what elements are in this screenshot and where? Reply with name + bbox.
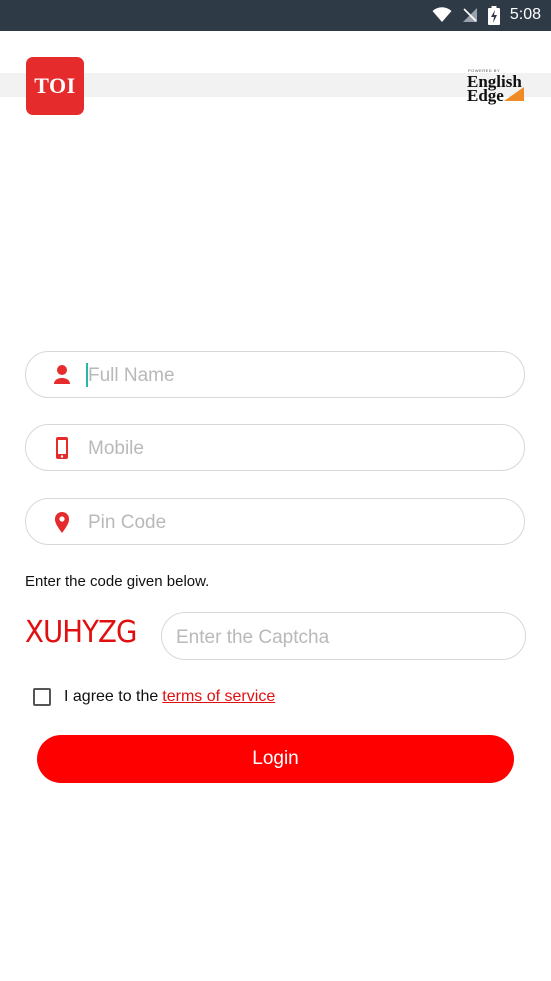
wifi-icon xyxy=(432,7,452,22)
agree-checkbox[interactable] xyxy=(33,688,51,706)
english-edge-logo: POWERED BY English Edge xyxy=(466,68,526,104)
full-name-input[interactable] xyxy=(86,360,510,392)
toi-logo: TOI xyxy=(26,57,84,115)
status-bar: 5:08 xyxy=(0,0,551,31)
captcha-field[interactable] xyxy=(161,612,526,660)
pin-code-input[interactable] xyxy=(86,507,510,539)
terms-of-service-link[interactable]: terms of service xyxy=(162,688,275,706)
agree-text: I agree to the xyxy=(64,688,159,705)
status-icons: 5:08 xyxy=(432,5,541,25)
person-icon xyxy=(54,365,70,384)
mobile-phone-icon xyxy=(56,437,68,459)
battery-charging-icon xyxy=(487,5,500,25)
status-time: 5:08 xyxy=(509,6,541,23)
full-name-field[interactable] xyxy=(25,351,525,398)
terms-agreement-row: I agree to the terms of service xyxy=(33,686,275,708)
captcha-input[interactable] xyxy=(174,622,508,654)
logo-triangle xyxy=(504,87,524,101)
location-pin-icon xyxy=(55,512,69,533)
mobile-field[interactable] xyxy=(25,424,525,471)
pin-code-field[interactable] xyxy=(25,498,525,545)
login-button[interactable]: Login xyxy=(37,735,514,783)
english-edge-line2: Edge xyxy=(467,86,504,105)
no-signal-icon xyxy=(462,8,477,22)
captcha-code: XUHYZG xyxy=(25,615,137,650)
captcha-instruction: Enter the code given below. xyxy=(25,573,210,590)
mobile-input[interactable] xyxy=(86,433,510,465)
